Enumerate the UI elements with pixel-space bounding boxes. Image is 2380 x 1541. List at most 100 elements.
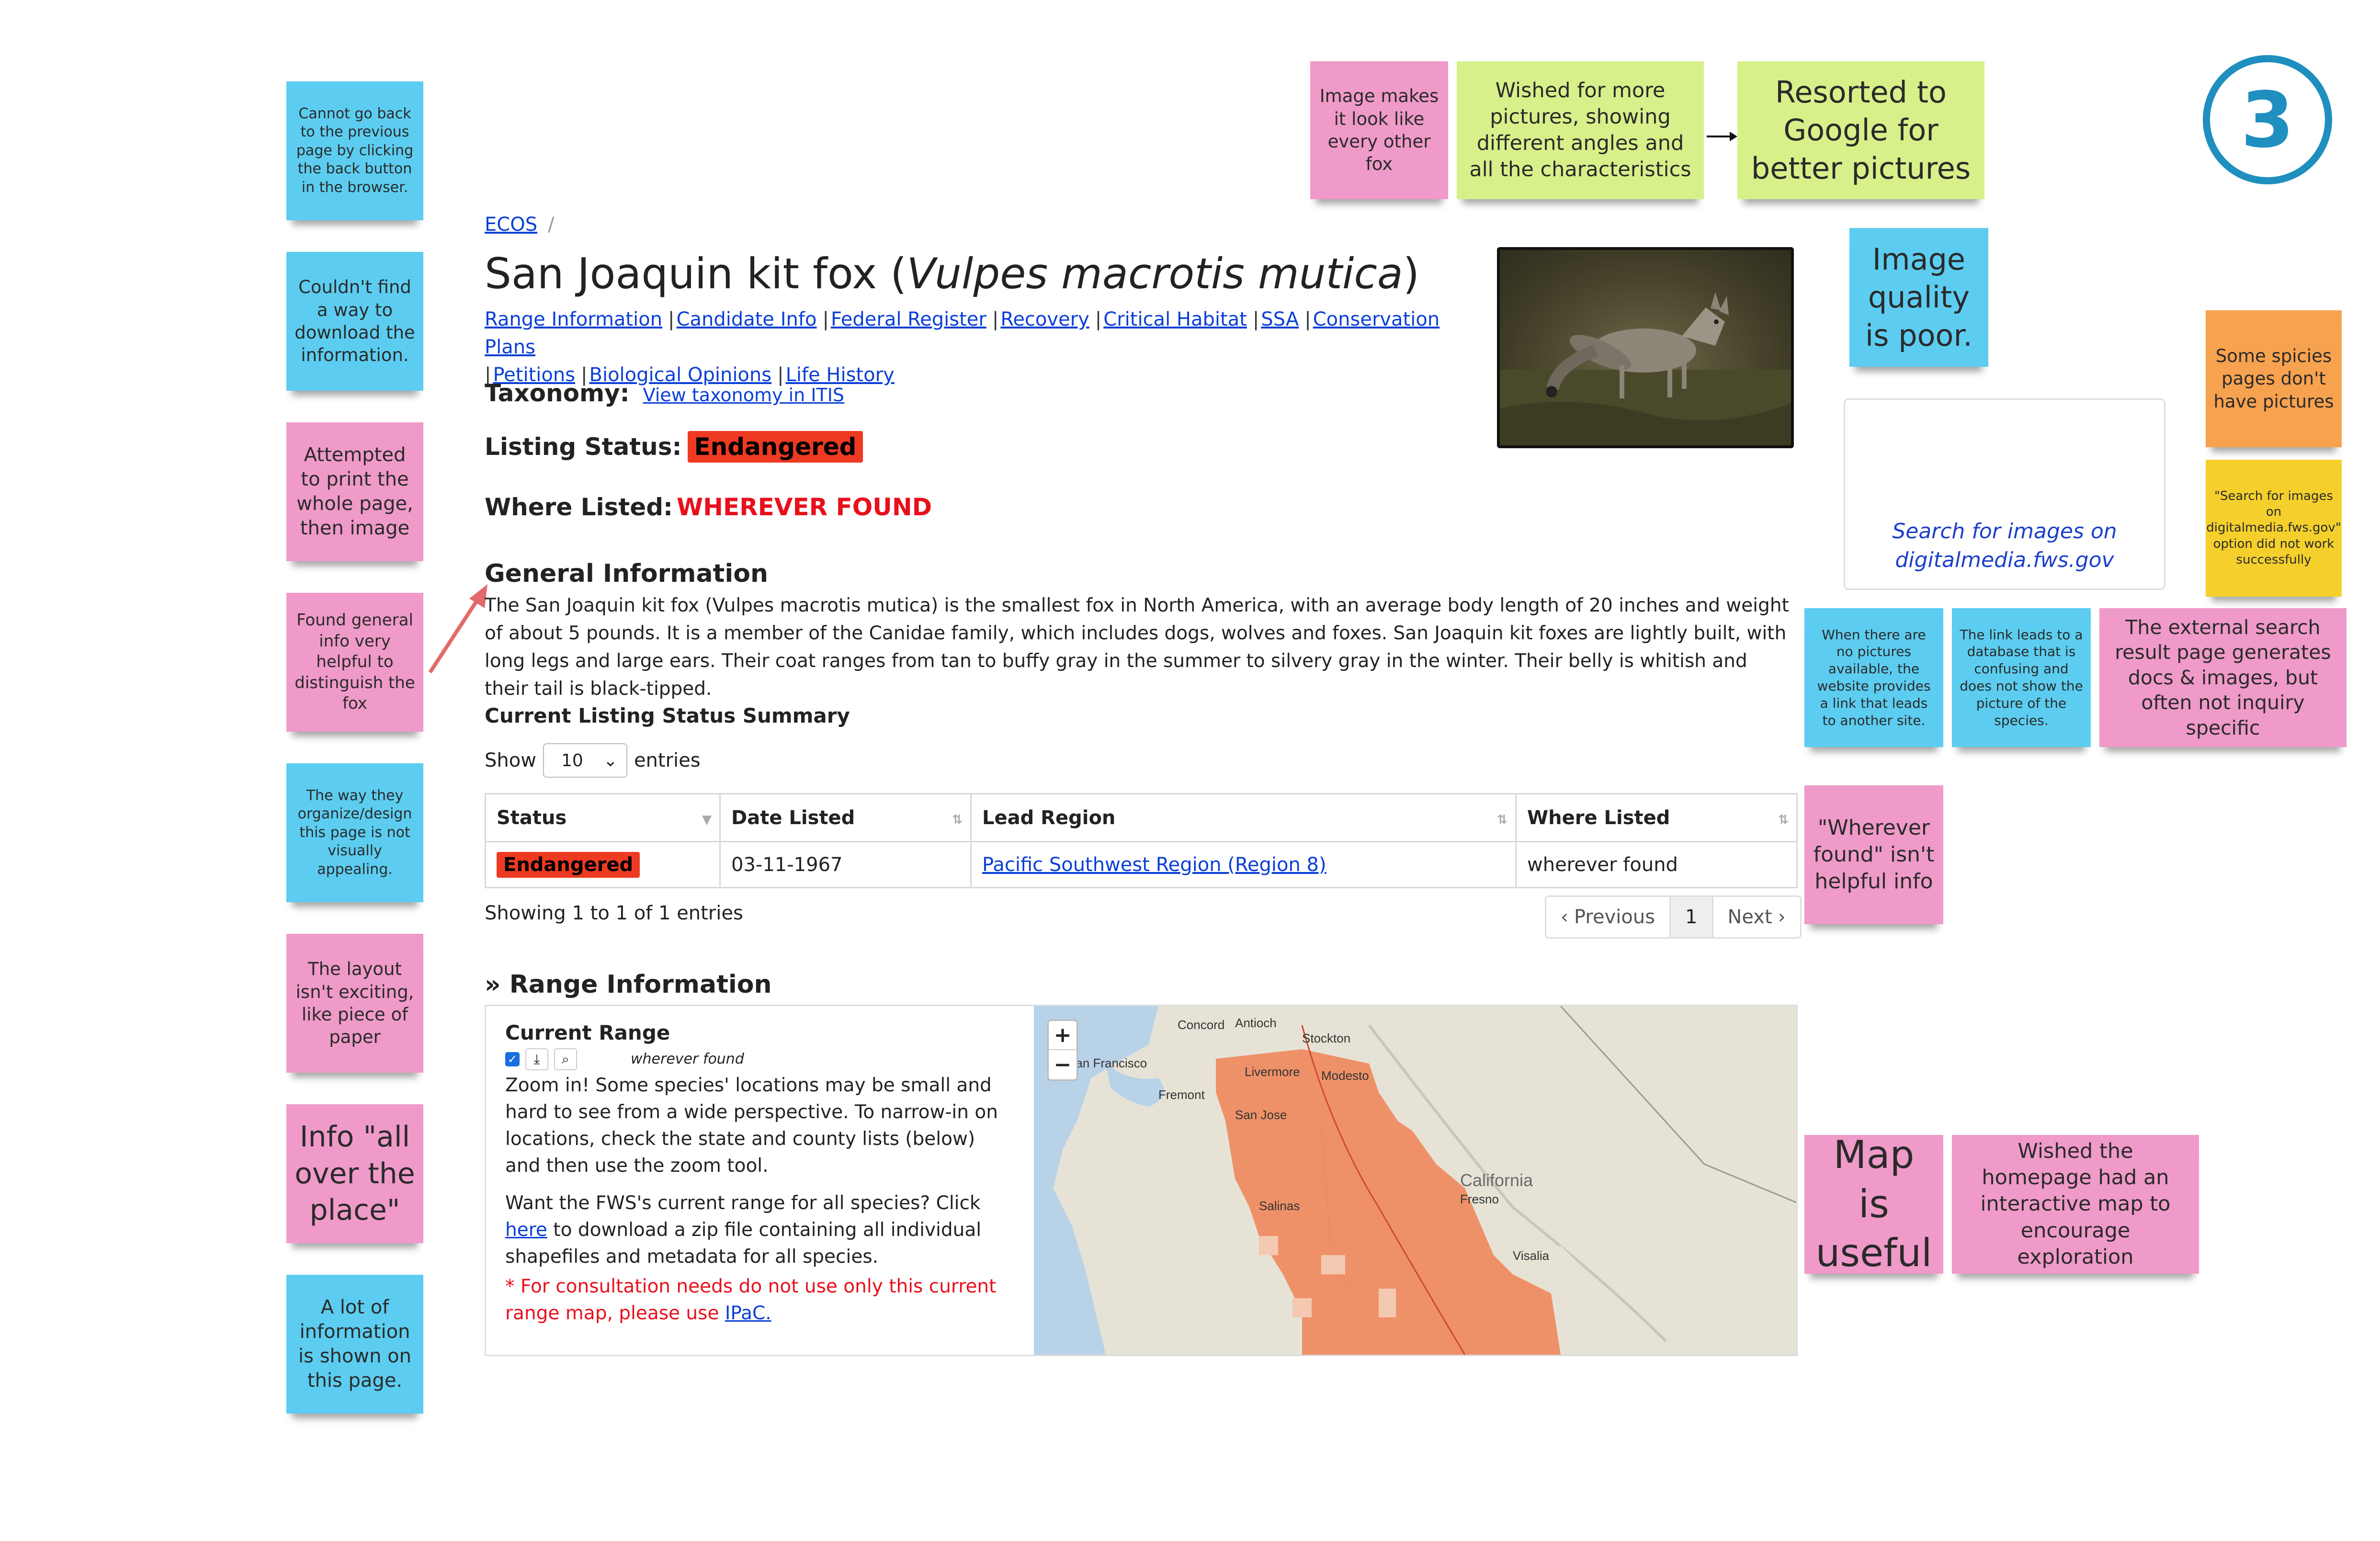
entries-value: 10	[561, 750, 583, 770]
map-label-livermore: Livermore	[1245, 1065, 1300, 1079]
fws-text-after: to download a zip file containing all in…	[505, 1219, 982, 1268]
nav-candidate-info[interactable]: Candidate Info	[677, 308, 817, 330]
page-title: San Joaquin kit fox (Vulpes macrotis mut…	[485, 249, 1419, 298]
where-listed-label: Where Listed:	[485, 493, 673, 521]
taxonomy-itis-link[interactable]: View taxonomy in ITIS	[643, 385, 844, 406]
breadcrumb-ecos-link[interactable]: ECOS	[485, 214, 537, 236]
nav-ssa[interactable]: SSA	[1261, 308, 1299, 330]
pagination: ‹ Previous 1 Next ›	[1545, 895, 1802, 939]
chevron-left-icon: ‹	[1561, 906, 1568, 928]
table-info: Showing 1 to 1 of 1 entries	[485, 902, 743, 924]
map-label-stockton: Stockton	[1302, 1031, 1350, 1045]
note-text: A lot of information is shown on this pa…	[298, 1296, 411, 1392]
pager-previous[interactable]: ‹ Previous	[1546, 897, 1669, 937]
nav-separator: |	[1304, 308, 1311, 330]
species-nav: Range Information | Candidate Info | Federal…	[485, 306, 1452, 389]
range-map[interactable]: Concord Antioch Stockton San Francisco L…	[1034, 1006, 1796, 1355]
note-text: Attempted to print the whole page, then …	[296, 443, 413, 540]
note-external-search: The external search result page generate…	[2099, 608, 2346, 747]
range-sidebar: Current Range ✓ ⤓ ⌕ wherever found Zoom …	[486, 1006, 1034, 1355]
note-text: Info "all over the place"	[295, 1120, 415, 1227]
pager-next-label: Next	[1727, 906, 1772, 928]
note-text: The link leads to a database that is con…	[1960, 626, 2083, 728]
map-label-california: California	[1460, 1170, 1533, 1190]
note-download: Couldn't find a way to download the info…	[286, 252, 423, 391]
col-date-listed[interactable]: Date Listed ⇅	[719, 793, 972, 842]
ipac-link[interactable]: IPaC.	[725, 1303, 771, 1324]
col-where-listed[interactable]: Where Listed ⇅	[1515, 793, 1798, 842]
note-interactive-map: Wished the homepage had an interactive m…	[1952, 1135, 2199, 1274]
note-text: Wished the homepage had an interactive m…	[1980, 1139, 2171, 1269]
range-info-heading: » Range Information	[485, 970, 772, 999]
pager-next[interactable]: Next ›	[1713, 897, 1800, 937]
nav-federal-register[interactable]: Federal Register	[831, 308, 986, 330]
layer-checkbox[interactable]: ✓	[505, 1052, 520, 1066]
sort-icon: ⇅	[1497, 813, 1507, 827]
table-row: Endangered 03-11-1967 Pacific Southwest …	[485, 841, 1798, 888]
nav-recovery[interactable]: Recovery	[1000, 308, 1089, 330]
col-lead-region[interactable]: Lead Region ⇅	[970, 793, 1517, 842]
note-text: Couldn't find a way to download the info…	[295, 277, 415, 366]
taxonomy-label: Taxonomy:	[485, 379, 630, 407]
show-label: Show	[485, 749, 536, 771]
title-common-name: San Joaquin kit fox (	[485, 249, 907, 298]
map-label-concord: Concord	[1178, 1018, 1224, 1032]
pager-previous-label: Previous	[1574, 906, 1655, 928]
species-photo[interactable]	[1497, 247, 1794, 448]
zoom-to-layer-icon[interactable]: ⌕	[554, 1048, 577, 1070]
region-link[interactable]: Pacific Southwest Region (Region 8)	[982, 854, 1326, 876]
note-text: Resorted to Google for better pictures	[1751, 74, 1971, 186]
sort-icon: ⇅	[1778, 813, 1789, 827]
taxonomy-row: Taxonomy: View taxonomy in ITIS	[485, 379, 844, 407]
image-search-link-box[interactable]: Search for images on digitalmedia.fws.go…	[1844, 398, 2165, 590]
note-back-button: Cannot go back to the previous page by c…	[286, 81, 423, 220]
nav-critical-habitat[interactable]: Critical Habitat	[1103, 308, 1247, 330]
entries-label: entries	[634, 749, 701, 771]
note-image-generic: Image makes it look like every other fox	[1310, 61, 1448, 199]
col-header-label: Date Listed	[731, 806, 855, 829]
note-print: Attempted to print the whole page, then …	[286, 422, 423, 561]
note-image-quality: Image quality is poor.	[1849, 228, 1988, 367]
title-close: )	[1403, 249, 1420, 298]
fws-download-text: Want the FWS's current range for all spe…	[505, 1190, 1015, 1270]
note-text: Map is useful	[1815, 1133, 1932, 1276]
nav-separator: |	[822, 308, 829, 330]
zoom-in-button[interactable]: +	[1049, 1021, 1077, 1050]
title-scientific-name: Vulpes macrotis mutica	[907, 249, 1403, 298]
note-more-pictures: Wished for more pictures, showing differ…	[1457, 61, 1704, 199]
zoom-hint-text: Zoom in! Some species' locations may be …	[505, 1075, 998, 1177]
general-info-heading: General Information	[485, 559, 768, 588]
breadcrumb: ECOS /	[485, 214, 555, 236]
note-text: The external search result page generate…	[2115, 615, 2331, 739]
fws-download-link[interactable]: here	[505, 1219, 547, 1241]
map-zoom-control: + −	[1047, 1020, 1078, 1081]
download-icon[interactable]: ⤓	[525, 1048, 548, 1070]
nav-range-information[interactable]: Range Information	[485, 308, 662, 330]
zoom-out-button[interactable]: −	[1049, 1050, 1077, 1079]
note-layout: The layout isn't exciting, like piece of…	[286, 934, 423, 1073]
image-search-link[interactable]: Search for images on digitalmedia.fws.go…	[1885, 517, 2124, 574]
entries-select[interactable]: 10 ⌄	[543, 743, 627, 778]
chevron-down-icon: ⌄	[603, 750, 618, 770]
note-no-pictures: Some spicies pages don't have pictures	[2206, 310, 2342, 447]
map-canvas: Concord Antioch Stockton San Francisco L…	[1034, 1006, 1796, 1355]
note-design: The way they organize/design this page i…	[286, 763, 423, 902]
col-status[interactable]: Status ▼	[485, 793, 721, 842]
listing-status-label: Listing Status:	[485, 433, 682, 461]
map-label-san-jose: San Jose	[1235, 1108, 1287, 1122]
note-lot-of-info: A lot of information is shown on this pa…	[286, 1275, 423, 1414]
listing-status-row: Listing Status: Endangered	[485, 431, 863, 463]
status-badge: Endangered	[497, 851, 640, 878]
map-label-san-francisco: San Francisco	[1067, 1056, 1147, 1070]
consultation-note: * For consultation needs do not use only…	[505, 1273, 1015, 1327]
col-header-label: Where Listed	[1527, 806, 1670, 829]
fox-image	[1500, 292, 1791, 445]
note-no-pictures-link: When there are no pictures available, th…	[1804, 608, 1943, 747]
pager-page-1[interactable]: 1	[1669, 897, 1713, 937]
where-listed-row: Where Listed: WHEREVER FOUND	[485, 493, 932, 521]
note-all-over: Info "all over the place"	[286, 1104, 423, 1243]
note-text: Image makes it look like every other fox	[1319, 86, 1439, 175]
note-text: Found general info very helpful to disti…	[295, 611, 415, 714]
map-label-visalia: Visalia	[1513, 1248, 1550, 1263]
note-wherever-found: "Wherever found" isn't helpful info	[1804, 785, 1943, 924]
